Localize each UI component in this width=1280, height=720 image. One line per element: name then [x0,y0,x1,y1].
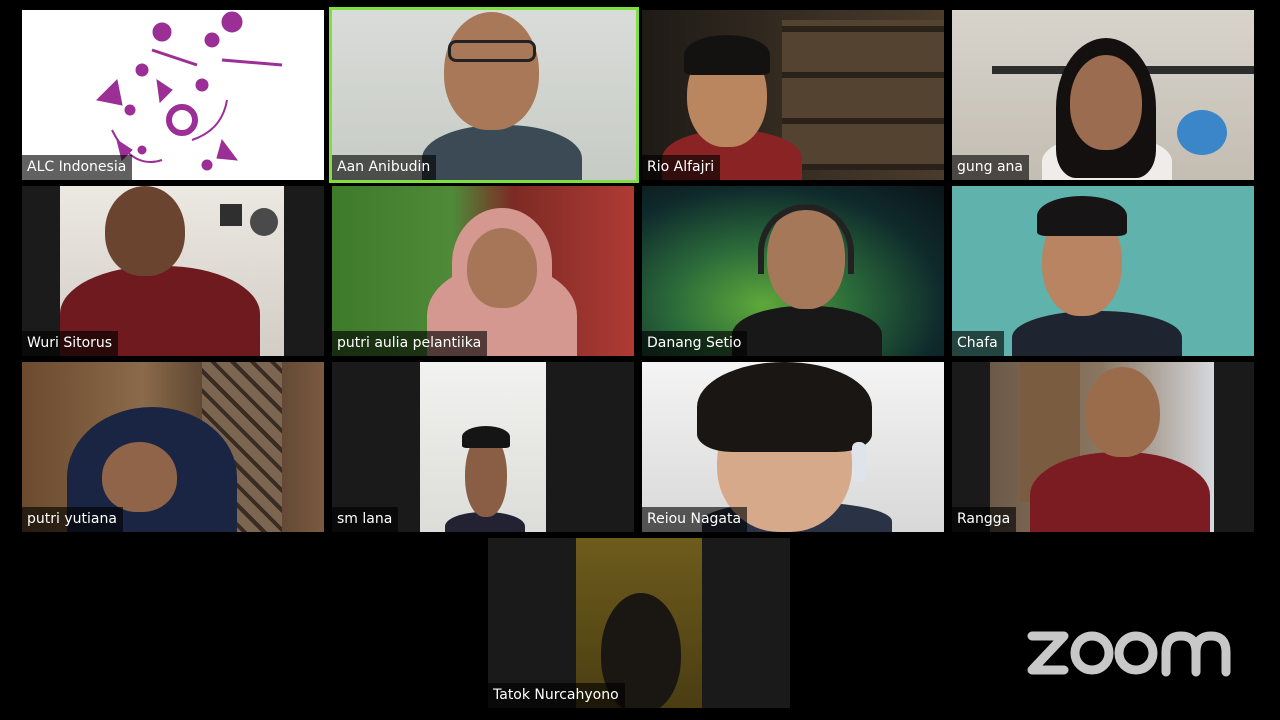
participant-name-label: Danang Setio [642,331,748,356]
eyeglasses [448,40,536,62]
wall-picture [250,208,278,236]
video-tile-tatok-nurcahyono[interactable]: Tatok Nurcahyono [488,538,790,708]
video-feed [990,362,1214,532]
participant-hair [1037,196,1127,236]
zoom-logo [1027,631,1231,677]
participant-hair [684,35,770,75]
video-tile-sm-lana[interactable]: sm lana [332,362,634,532]
video-tile-alc-indonesia[interactable]: ALC Indonesia [22,10,324,180]
video-tile-putri-yutiana[interactable]: putri yutiana [22,362,324,532]
headphones-icon [852,442,866,482]
participant-name-label: putri aulia pelantiika [332,331,488,356]
participant-face [1085,367,1160,457]
participant-hair [462,426,510,448]
participant-face [105,186,185,276]
participant-name-label: ALC Indonesia [22,155,133,180]
participant-face [444,12,539,130]
participant-body [1030,452,1210,532]
participant-face [102,442,177,512]
participant-hair [697,362,872,452]
video-tile-gung-ana[interactable]: gung ana [952,10,1254,180]
video-tile-wuri-sitorus[interactable]: Wuri Sitorus [22,186,324,356]
participant-name-label: sm lana [332,507,399,532]
video-tile-rangga[interactable]: Rangga [952,362,1254,532]
video-tile-putri-aulia-pelantiika[interactable]: putri aulia pelantiika [332,186,634,356]
participant-body [1012,311,1182,356]
participant-name-label: Tatok Nurcahyono [488,683,625,708]
participant-body [732,306,882,356]
wall-picture [220,204,242,226]
bookshelf [782,20,944,170]
headphones-icon [758,204,854,274]
video-tile-reiou-nagata[interactable]: Reiou Nagata [642,362,944,532]
video-tile-aan-anibudin[interactable]: Aan Anibudin [329,7,639,183]
video-feed [420,362,546,532]
video-tile-rio-alfajri[interactable]: Rio Alfajri [642,10,944,180]
participant-face [467,228,537,308]
participant-name-label: Wuri Sitorus [22,331,119,356]
video-tile-chafa[interactable]: Chafa [952,186,1254,356]
video-tile-danang-setio[interactable]: Danang Setio [642,186,944,356]
zoom-gallery-view: ALC Indonesia Aan Anibudin Rio Alfajri g… [0,0,1280,720]
participant-name-label: Rangga [952,507,1017,532]
participant-name-label: putri yutiana [22,507,123,532]
participant-name-label: Reiou Nagata [642,507,748,532]
participant-name-label: Rio Alfajri [642,155,721,180]
participant-name-label: gung ana [952,155,1030,180]
participant-face [1070,55,1142,150]
stuffed-toy [1177,110,1227,155]
participant-body [422,125,582,180]
participant-name-label: Aan Anibudin [332,155,437,180]
participant-name-label: Chafa [952,331,1004,356]
